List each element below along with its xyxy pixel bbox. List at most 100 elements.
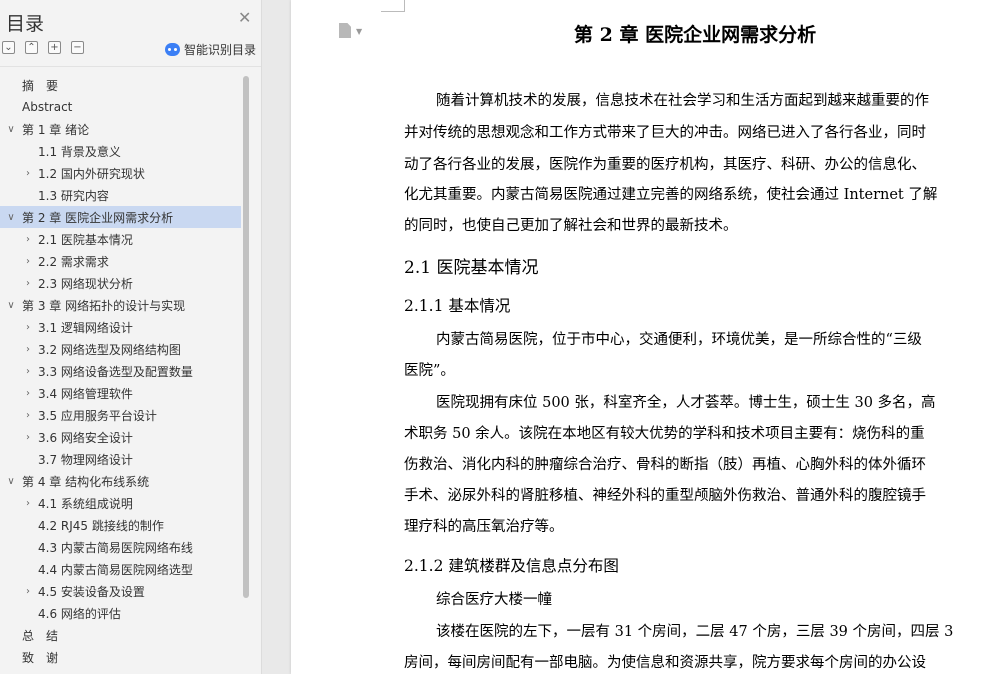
- paragraph-line: 该楼在医院的左下，一层有 31 个房间，二层 47 个房，三层 39 个房间，四…: [436, 624, 954, 640]
- toc-item-label: 2.2 需求需求: [38, 254, 109, 269]
- toc-item-label: 4.4 内蒙古简易医院网络选型: [38, 562, 193, 577]
- toc-item-label: 3.4 网络管理软件: [38, 386, 133, 401]
- toc-item[interactable]: › 4.1 系统组成说明: [0, 492, 241, 514]
- toc-item-label: 第 1 章 绪论: [22, 122, 90, 137]
- toc-item[interactable]: › 3.6 网络安全设计: [0, 426, 241, 448]
- toc-item[interactable]: › 4.5 安装设备及设置: [0, 580, 241, 602]
- ai-assistant-icon: [165, 43, 180, 56]
- toc-item[interactable]: 4.3 内蒙古简易医院网络布线: [0, 536, 241, 558]
- paragraph-line: 医院现拥有床位 500 张，科室齐全，人才荟萃。博士生，硕士生 30 多名，高: [436, 395, 936, 411]
- toc-item[interactable]: › 3.1 逻辑网络设计: [0, 316, 241, 338]
- chevron-down-icon[interactable]: ∨: [6, 118, 16, 140]
- close-icon[interactable]: ✕: [238, 10, 251, 26]
- toc-item-label: 第 4 章 结构化布线系统: [22, 474, 150, 489]
- chevron-right-icon[interactable]: ›: [23, 338, 33, 360]
- toc-panel: 目录 ✕ ⌄ ⌃ + − 智能识别目录 摘 要 Abstract ∨ 第 1 章 绪论…: [0, 0, 262, 674]
- subsection-heading: 2.1.1 基本情况: [404, 297, 511, 315]
- paragraph-line: 内蒙古简易医院，位于市中心，交通便利，环境优美，是一所综合性的“三级: [436, 332, 922, 348]
- remove-heading-icon[interactable]: −: [71, 41, 84, 54]
- toc-scrollbar[interactable]: [243, 76, 249, 598]
- chevron-right-icon[interactable]: ›: [23, 492, 33, 514]
- toc-item[interactable]: › 3.4 网络管理软件: [0, 382, 241, 404]
- toc-item-label: 第 2 章 医院企业网需求分析: [22, 210, 174, 225]
- chevron-down-icon[interactable]: ∨: [6, 294, 16, 316]
- toc-item[interactable]: 4.4 内蒙古简易医院网络选型: [0, 558, 241, 580]
- toc-title: 目录: [6, 13, 45, 35]
- chevron-right-icon[interactable]: ›: [23, 360, 33, 382]
- expand-all-icon[interactable]: ⌃: [25, 41, 38, 54]
- paragraph-line: 医院”。: [404, 363, 455, 379]
- document-icon[interactable]: [339, 23, 351, 38]
- toc-toolbar: ⌄ ⌃ + −: [2, 41, 84, 57]
- toc-item-label: 致 谢: [22, 650, 59, 665]
- add-heading-icon[interactable]: +: [48, 41, 61, 54]
- toc-item-label: 摘 要: [22, 78, 59, 93]
- chevron-right-icon[interactable]: ›: [23, 162, 33, 184]
- toc-item-label: 1.1 背景及意义: [38, 144, 121, 159]
- toc-item-label: 3.1 逻辑网络设计: [38, 320, 133, 335]
- ai-recognize-label: 智能识别目录: [184, 43, 257, 57]
- toc-item[interactable]: 1.3 研究内容: [0, 184, 241, 206]
- chevron-down-icon[interactable]: ∨: [6, 470, 16, 492]
- paragraph-line: 伤救治、消化内科的肿瘤综合治疗、骨科的断指（肢）再植、心胸外科的体外循环: [404, 457, 926, 473]
- toc-item[interactable]: 4.2 RJ45 跳接线的制作: [0, 514, 241, 536]
- toc-item[interactable]: › 3.3 网络设备选型及配置数量: [0, 360, 241, 382]
- paragraph-line: 并对传统的思想观念和工作方式带来了巨大的冲击。网络已进入了各行各业，同时: [404, 125, 926, 141]
- toc-item-label: Abstract: [22, 100, 73, 114]
- toc-item-label: 4.1 系统组成说明: [38, 496, 133, 511]
- toc-item-label: 3.5 应用服务平台设计: [38, 408, 157, 423]
- chevron-right-icon[interactable]: ›: [23, 250, 33, 272]
- chevron-right-icon[interactable]: ›: [23, 426, 33, 448]
- chevron-right-icon[interactable]: ›: [23, 404, 33, 426]
- toc-item[interactable]: ∨ 第 2 章 医院企业网需求分析: [0, 206, 241, 228]
- toc-item-label: 总 结: [22, 628, 59, 643]
- chevron-right-icon[interactable]: ›: [23, 316, 33, 338]
- chapter-heading: 第 2 章 医院企业网需求分析: [574, 24, 817, 46]
- chevron-right-icon[interactable]: ›: [23, 580, 33, 602]
- toc-item[interactable]: › 3.5 应用服务平台设计: [0, 404, 241, 426]
- toc-item-label: 3.3 网络设备选型及配置数量: [38, 364, 193, 379]
- toc-list: 摘 要 Abstract ∨ 第 1 章 绪论 1.1 背景及意义 › 1.2 国内外研究现…: [0, 74, 241, 668]
- toc-item[interactable]: 4.6 网络的评估: [0, 602, 241, 624]
- chevron-down-icon[interactable]: ▼: [356, 27, 362, 36]
- toc-item[interactable]: › 2.1 医院基本情况: [0, 228, 241, 250]
- paragraph-line: 的同时，也使自己更加了解社会和世界的最新技术。: [404, 218, 738, 234]
- toc-item[interactable]: 摘 要: [0, 74, 241, 96]
- paragraph-line: 术职务 50 余人。该院在本地区有较大优势的学科和技术项目主要有：烧伤科的重: [404, 426, 925, 442]
- ai-recognize-toc-button[interactable]: 智能识别目录: [165, 41, 256, 58]
- paragraph-line: 理疗科的高压氧治疗等。: [404, 519, 564, 535]
- section-heading: 2.1 医院基本情况: [404, 258, 539, 278]
- paragraph-line: 化尤其重要。内蒙古简易医院通过建立完善的网络系统，使社会通过 Internet …: [404, 187, 938, 203]
- paragraph-line: 综合医疗大楼一幢: [436, 592, 552, 608]
- collapse-all-icon[interactable]: ⌄: [2, 41, 15, 54]
- toc-item[interactable]: 致 谢: [0, 646, 241, 668]
- paragraph-line: 动了各行各业的发展，医院作为重要的医疗机构，其医疗、科研、办公的信息化、: [404, 157, 926, 173]
- toc-item[interactable]: ∨ 第 4 章 结构化布线系统: [0, 470, 241, 492]
- toc-item-label: 1.3 研究内容: [38, 188, 109, 203]
- chevron-right-icon[interactable]: ›: [23, 272, 33, 294]
- toc-item[interactable]: Abstract: [0, 96, 241, 118]
- toc-item-label: 第 3 章 网络拓扑的设计与实现: [22, 298, 186, 313]
- paragraph-line: 手术、泌尿外科的肾脏移植、神经外科的重型颅脑外伤救治、普通外科的腹腔镜手: [404, 488, 926, 504]
- toc-item[interactable]: › 3.2 网络选型及网络结构图: [0, 338, 241, 360]
- paragraph-line: 随着计算机技术的发展，信息技术在社会学习和生活方面起到越来越重要的作: [436, 93, 929, 109]
- chevron-right-icon[interactable]: ›: [23, 382, 33, 404]
- toc-item[interactable]: 总 结: [0, 624, 241, 646]
- chevron-down-icon[interactable]: ∨: [6, 206, 16, 228]
- toc-item-label: 3.6 网络安全设计: [38, 430, 133, 445]
- toc-item-label: 4.2 RJ45 跳接线的制作: [38, 518, 164, 533]
- toc-item[interactable]: › 2.3 网络现状分析: [0, 272, 241, 294]
- toc-item[interactable]: 3.7 物理网络设计: [0, 448, 241, 470]
- toc-item-label: 2.3 网络现状分析: [38, 276, 133, 291]
- toc-item[interactable]: ∨ 第 3 章 网络拓扑的设计与实现: [0, 294, 241, 316]
- toc-item[interactable]: 1.1 背景及意义: [0, 140, 241, 162]
- toc-item[interactable]: ∨ 第 1 章 绪论: [0, 118, 241, 140]
- toc-item-label: 2.1 医院基本情况: [38, 232, 133, 247]
- toc-item-label: 4.6 网络的评估: [38, 606, 121, 621]
- chevron-right-icon[interactable]: ›: [23, 228, 33, 250]
- paragraph-line: 房间，每间房间配有一部电脑。为使信息和资源共享，院方要求每个房间的办公设: [404, 655, 926, 671]
- toc-item-label: 4.5 安装设备及设置: [38, 584, 145, 599]
- subsection-heading: 2.1.2 建筑楼群及信息点分布图: [404, 557, 619, 575]
- toc-item[interactable]: › 2.2 需求需求: [0, 250, 241, 272]
- toc-item[interactable]: › 1.2 国内外研究现状: [0, 162, 241, 184]
